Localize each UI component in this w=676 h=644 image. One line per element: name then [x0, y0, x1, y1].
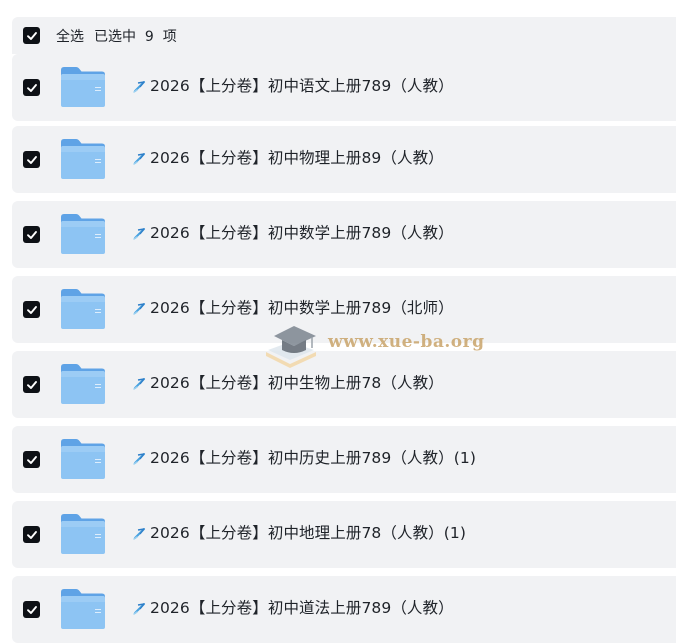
pen-icon [132, 451, 148, 465]
folder-icon [60, 438, 106, 480]
select-all-bar: 全选 已选中 9 项 [12, 17, 676, 54]
pen-icon [132, 151, 148, 165]
select-all-label[interactable]: 全选 [56, 26, 84, 46]
checkmark-icon [26, 83, 37, 92]
file-name[interactable]: 2026【上分卷】初中道法上册789（人教） [150, 596, 454, 618]
file-checkbox[interactable] [23, 226, 40, 243]
pen-icon [132, 79, 148, 93]
file-name[interactable]: 2026【上分卷】初中历史上册789（人教）(1) [150, 446, 476, 468]
file-checkbox[interactable] [23, 376, 40, 393]
file-name[interactable]: 2026【上分卷】初中数学上册789（北师） [150, 296, 454, 318]
checkmark-icon [26, 605, 37, 614]
checkmark-icon [26, 31, 37, 40]
checkmark-icon [26, 305, 37, 314]
file-name[interactable]: 2026【上分卷】初中物理上册89（人教） [150, 146, 444, 168]
folder-icon [60, 513, 106, 555]
select-all-checkbox[interactable] [23, 27, 40, 44]
file-checkbox[interactable] [23, 151, 40, 168]
file-checkbox[interactable] [23, 601, 40, 618]
selected-count: 已选中 9 项 [94, 28, 177, 45]
file-name[interactable]: 2026【上分卷】初中地理上册78（人教）(1) [150, 521, 466, 543]
file-name[interactable]: 2026【上分卷】初中生物上册78（人教） [150, 371, 444, 393]
folder-icon [60, 213, 106, 255]
file-row[interactable]: 2026【上分卷】初中道法上册789（人教） [12, 576, 676, 643]
file-row[interactable]: 2026【上分卷】初中物理上册89（人教） [12, 126, 676, 193]
file-checkbox[interactable] [23, 526, 40, 543]
file-name[interactable]: 2026【上分卷】初中语文上册789（人教） [150, 74, 454, 96]
pen-icon [132, 526, 148, 540]
checkmark-icon [26, 155, 37, 164]
folder-icon [60, 588, 106, 630]
file-row[interactable]: 2026【上分卷】初中历史上册789（人教）(1) [12, 426, 676, 493]
file-row[interactable]: 2026【上分卷】初中生物上册78（人教） [12, 351, 676, 418]
checkmark-icon [26, 455, 37, 464]
pen-icon [132, 376, 148, 390]
folder-icon [60, 66, 106, 108]
file-row[interactable]: 2026【上分卷】初中地理上册78（人教）(1) [12, 501, 676, 568]
file-row[interactable]: 2026【上分卷】初中数学上册789（人教） [12, 201, 676, 268]
checkmark-icon [26, 230, 37, 239]
file-checkbox[interactable] [23, 79, 40, 96]
file-row[interactable]: 2026【上分卷】初中数学上册789（北师） [12, 276, 676, 343]
file-name[interactable]: 2026【上分卷】初中数学上册789（人教） [150, 221, 454, 243]
folder-icon [60, 363, 106, 405]
file-checkbox[interactable] [23, 301, 40, 318]
folder-icon [60, 138, 106, 180]
checkmark-icon [26, 530, 37, 539]
pen-icon [132, 601, 148, 615]
pen-icon [132, 226, 148, 240]
file-checkbox[interactable] [23, 451, 40, 468]
checkmark-icon [26, 380, 37, 389]
pen-icon [132, 301, 148, 315]
folder-icon [60, 288, 106, 330]
file-row[interactable]: 2026【上分卷】初中语文上册789（人教） [12, 54, 676, 121]
